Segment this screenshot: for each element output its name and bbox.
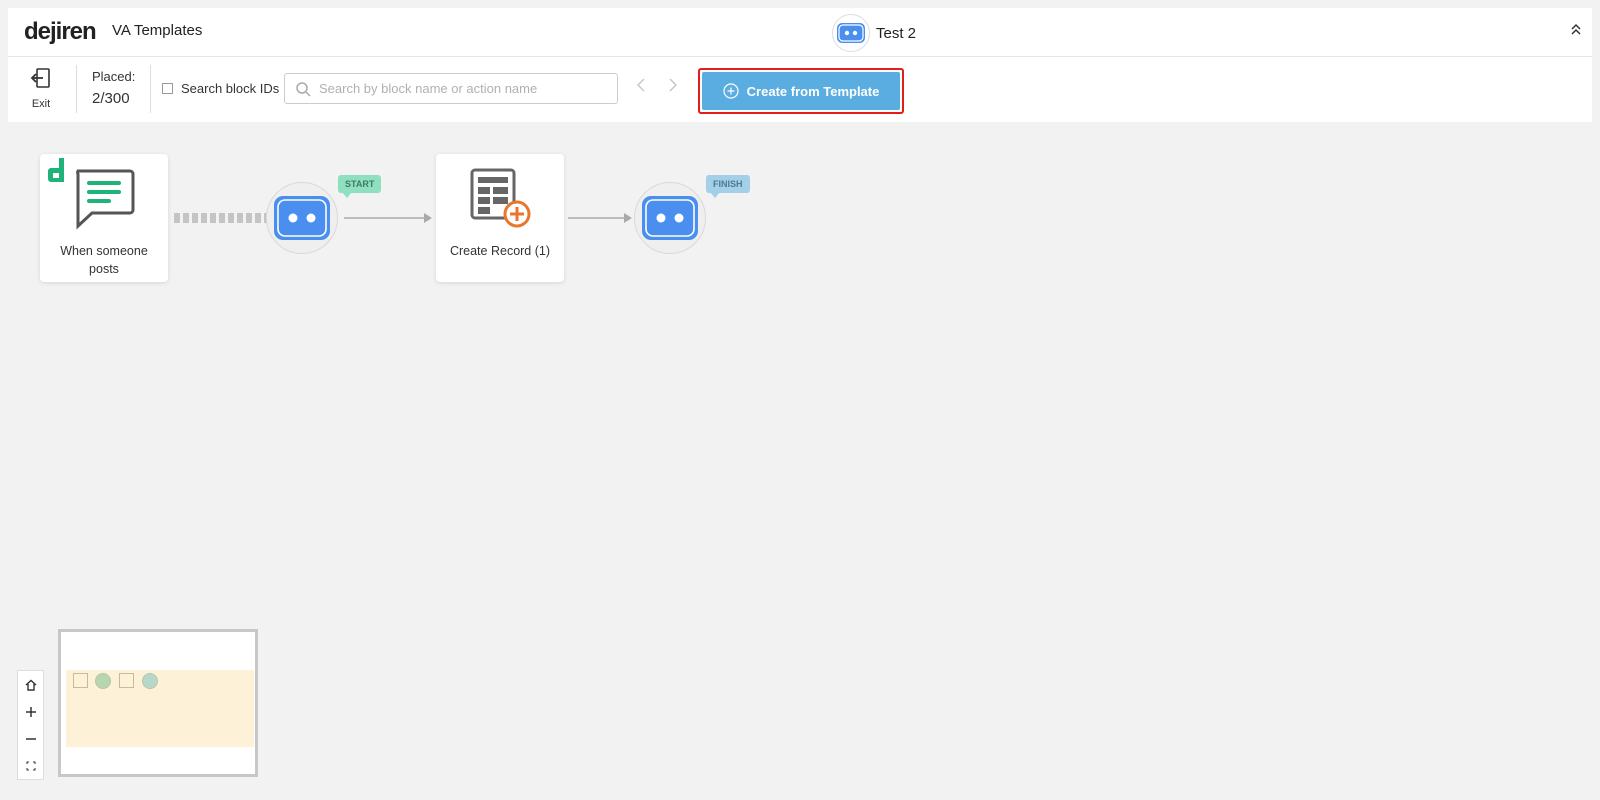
bot-icon bbox=[274, 196, 330, 240]
arrowhead bbox=[624, 213, 632, 223]
trigger-label: When someone posts bbox=[60, 244, 148, 276]
zoom-controls bbox=[17, 670, 44, 780]
create-record-block[interactable]: Create Record (1) bbox=[436, 154, 564, 282]
bot-icon bbox=[642, 196, 698, 240]
minimap-finish-node bbox=[142, 673, 158, 689]
zoom-out-icon[interactable] bbox=[18, 725, 43, 752]
minimap-action-block bbox=[119, 673, 134, 688]
minimap-trigger-block bbox=[73, 673, 88, 688]
chat-icon bbox=[76, 169, 135, 230]
minimap[interactable] bbox=[58, 629, 258, 777]
finish-tag: FINISH bbox=[706, 175, 750, 198]
zoom-in-icon[interactable] bbox=[18, 698, 43, 725]
finish-node[interactable] bbox=[634, 182, 706, 254]
start-tag: START bbox=[338, 175, 382, 198]
minimap-start-node bbox=[95, 673, 111, 689]
table-add-icon bbox=[470, 168, 531, 228]
start-node[interactable] bbox=[266, 182, 338, 254]
dejiren-badge-icon bbox=[48, 158, 64, 182]
trigger-block[interactable]: When someone posts bbox=[40, 154, 168, 282]
home-icon[interactable] bbox=[18, 671, 43, 698]
create-record-label: Create Record (1) bbox=[449, 244, 551, 258]
arrowhead bbox=[424, 213, 432, 223]
fit-icon[interactable] bbox=[18, 752, 43, 779]
